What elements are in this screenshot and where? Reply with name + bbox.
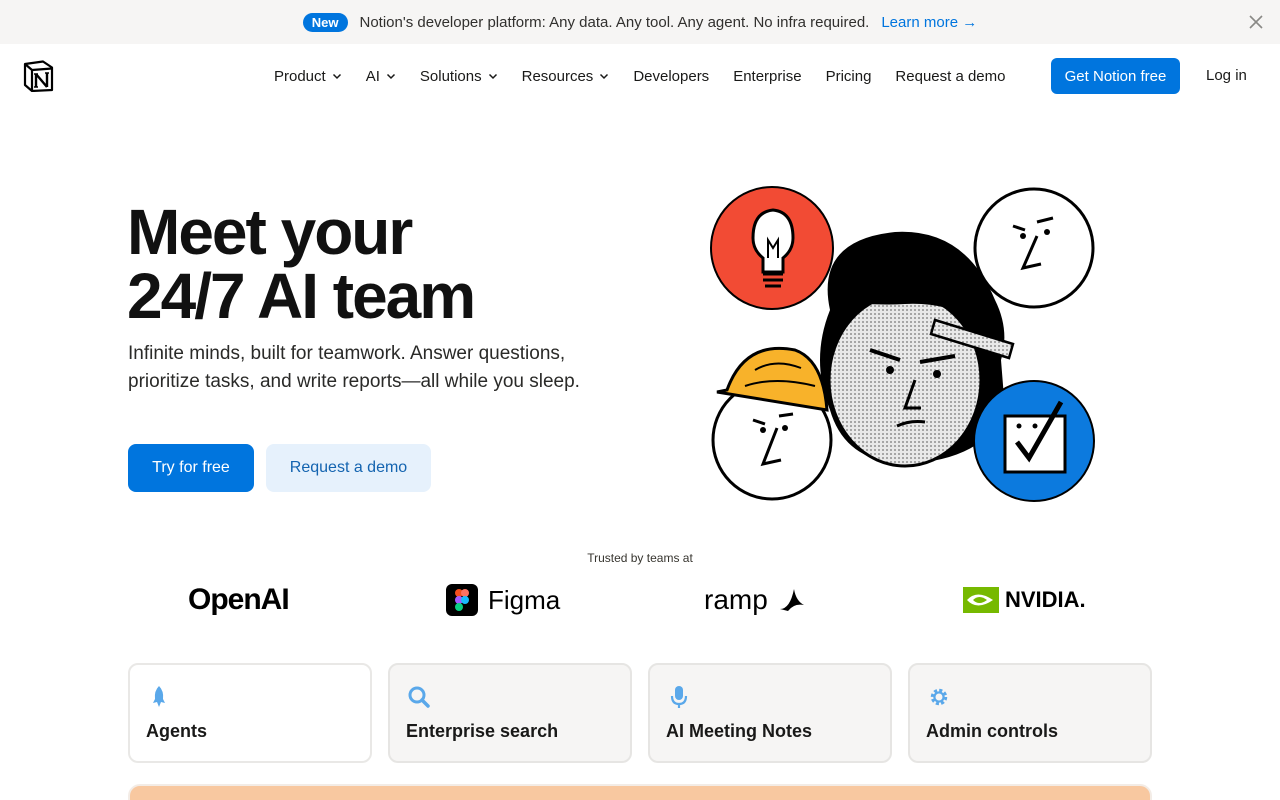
chevron-down-icon [600, 73, 609, 80]
nav-label: Solutions [419, 67, 482, 85]
learn-more-link[interactable]: Learn more → [881, 14, 977, 31]
request-demo-button[interactable]: Request a demo [266, 444, 431, 492]
figma-icon [446, 584, 478, 616]
nav-developers[interactable]: Developers [633, 68, 709, 85]
trusted-label: Trusted by teams at [587, 551, 693, 565]
nav-resources[interactable]: Resources [522, 68, 610, 85]
nav-enterprise[interactable]: Enterprise [733, 68, 801, 85]
nav-label: Developers [633, 67, 710, 85]
main-nav: Product AI Solutions Resources Developer… [0, 44, 1280, 108]
openai-wordmark: OpenAI [188, 583, 290, 616]
card-agents[interactable]: Agents [128, 663, 372, 763]
nav-label: AI [365, 67, 380, 85]
nav-label: Product [274, 67, 326, 85]
figma-logo: Figma [446, 578, 560, 622]
nvidia-wordmark: NVIDIA. [1005, 587, 1086, 612]
figma-wordmark: Figma [488, 584, 561, 615]
notion-logo-icon [23, 60, 54, 93]
close-icon [1249, 15, 1263, 29]
card-label: Enterprise search [406, 721, 559, 741]
card-enterprise-search[interactable]: Enterprise search [388, 663, 632, 763]
hero-subtitle: Infinite minds, built for teamwork. Answ… [128, 343, 580, 392]
nav-label: Pricing [825, 67, 872, 85]
openai-logo: OpenAI [188, 578, 290, 622]
nav-pricing[interactable]: Pricing [826, 68, 872, 85]
banner-content: New Notion's developer platform: Any dat… [302, 12, 977, 32]
get-notion-free-button[interactable]: Get Notion free [1051, 58, 1180, 94]
feature-cards: Agents Enterprise search AI Meeting Note… [128, 663, 1152, 763]
nav-request-demo[interactable]: Request a demo [895, 68, 1005, 85]
feature-preview-panel [128, 784, 1152, 800]
nav-links: Product AI Solutions Resources Developer… [274, 64, 1030, 88]
ramp-wordmark: ramp [704, 584, 768, 615]
card-admin-controls[interactable]: Admin controls [908, 663, 1152, 763]
card-label: Agents [146, 721, 208, 741]
chevron-down-icon [332, 73, 341, 80]
card-label: Admin controls [926, 721, 1059, 741]
chevron-down-icon [386, 73, 395, 80]
search-icon [408, 686, 430, 708]
notion-logo[interactable] [23, 60, 54, 93]
ramp-logo: ramp [704, 578, 806, 622]
chevron-down-icon [488, 73, 497, 80]
nav-solutions[interactable]: Solutions [420, 68, 498, 85]
rocket-icon [153, 686, 165, 707]
nvidia-icon [963, 587, 999, 613]
ai-team-illustration [710, 186, 1095, 502]
card-ai-meeting-notes[interactable]: AI Meeting Notes [648, 663, 892, 763]
new-badge: New [302, 12, 348, 32]
card-label: AI Meeting Notes [666, 721, 813, 741]
try-for-free-button[interactable]: Try for free [128, 444, 254, 492]
hero-title: Meet your 24/7 AI team [127, 196, 476, 332]
close-banner-button[interactable] [1246, 12, 1266, 32]
lightbulb-icon [710, 186, 834, 310]
ramp-icon [779, 589, 804, 611]
announcement-banner: New Notion's developer platform: Any dat… [0, 0, 1280, 44]
face-hardhat [711, 346, 833, 501]
nav-label: Resources [521, 67, 594, 85]
hero-title-line1: Meet your [127, 196, 413, 268]
nav-ai[interactable]: AI [366, 68, 396, 85]
banner-text: Notion's developer platform: Any data. A… [359, 13, 870, 31]
nav-product[interactable]: Product [274, 68, 342, 85]
customer-logos: OpenAI Figma ramp NVIDIA. [128, 578, 1152, 622]
hero-title-line2: 24/7 AI team [127, 260, 476, 332]
face-top-right [973, 187, 1095, 309]
microphone-icon [670, 686, 688, 708]
nvidia-logo: NVIDIA. [963, 578, 1086, 622]
gear-icon [930, 688, 948, 706]
nav-label: Request a demo [895, 67, 1006, 85]
login-link[interactable]: Log in [1206, 67, 1247, 84]
nav-label: Enterprise [733, 67, 802, 85]
checkbox-icon [973, 380, 1095, 502]
